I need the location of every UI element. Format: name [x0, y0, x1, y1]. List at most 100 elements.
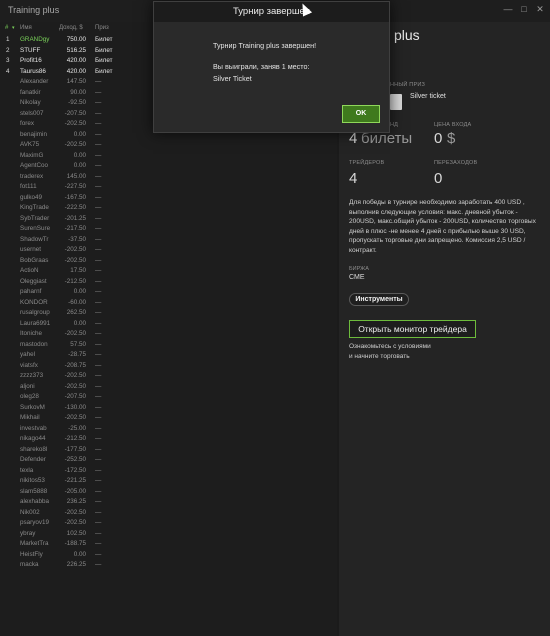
row-income: 147.50 [66, 78, 86, 85]
open-trader-monitor-button[interactable]: Открыть монитор трейдера [349, 320, 476, 338]
tickets-label: НД [390, 122, 399, 128]
table-row[interactable]: psaryov19 -202.50 — [0, 518, 337, 529]
table-row[interactable]: fot111 -227.50 — [0, 182, 337, 193]
sort-icon[interactable]: ▾ [12, 25, 15, 31]
row-prize: — [95, 109, 102, 117]
table-row[interactable]: MarketTra -188.75 — [0, 539, 337, 550]
table-row[interactable]: traderex 145.00 — [0, 172, 337, 183]
row-name: Taurus86 [20, 67, 46, 75]
row-prize: — [95, 267, 102, 274]
table-row[interactable]: HeistFly 0.00 — [0, 550, 337, 561]
table-row[interactable]: rusalgroup 262.50 — [0, 308, 337, 319]
table-row[interactable]: SybTrader -201.25 — [0, 214, 337, 225]
table-row[interactable]: Oleggiast -212.50 — [0, 277, 337, 288]
table-row[interactable]: Laura6991 0.00 — [0, 319, 337, 330]
table-row[interactable]: KingTrade -222.50 — [0, 203, 337, 214]
row-income: -221.25 [64, 477, 86, 484]
row-prize: Билет [95, 57, 113, 64]
row-name: GRANDgy [20, 36, 50, 43]
table-row[interactable]: Nik002 -202.50 — [0, 508, 337, 519]
ok-button[interactable]: OK [342, 105, 380, 123]
row-name: Nik002 [20, 508, 40, 516]
table-row[interactable]: SurenSure -217.50 — [0, 224, 337, 235]
row-name: Defender [20, 456, 46, 463]
row-income: -202.50 [64, 382, 86, 390]
table-row[interactable]: Itoniche -202.50 — [0, 329, 337, 340]
row-name: Laura6991 [20, 319, 51, 327]
row-name: psaryov19 [20, 519, 50, 526]
row-prize: — [95, 393, 102, 400]
table-row[interactable]: aljoni -202.50 — [0, 382, 337, 393]
row-name: yahel [20, 351, 36, 358]
row-name: mastodon [20, 340, 48, 348]
maximize-icon[interactable]: □ [518, 4, 530, 14]
row-income: -205.00 [64, 487, 86, 495]
table-row[interactable]: nikago44 -212.50 — [0, 434, 337, 445]
name-column-header[interactable]: Имя [20, 25, 32, 31]
table-row[interactable]: MaximG 0.00 — [0, 151, 337, 162]
row-income: -207.50 [64, 393, 86, 400]
row-prize: — [95, 529, 102, 537]
row-prize: — [95, 288, 102, 295]
rank-column-header[interactable]: # [5, 25, 8, 31]
close-icon[interactable]: ✕ [534, 4, 546, 15]
table-row[interactable]: viatsfx -208.75 — [0, 361, 337, 372]
table-row[interactable]: AgentCoo 0.00 — [0, 161, 337, 172]
table-row[interactable]: paharnf 0.00 — [0, 287, 337, 298]
row-prize: Билет [95, 36, 113, 43]
table-row[interactable]: alexhabba 236.25 — [0, 497, 337, 508]
table-row[interactable]: ybray 102.50 — [0, 529, 337, 540]
row-prize: — [95, 414, 102, 421]
row-name: nikago44 [20, 435, 46, 442]
row-prize: — [95, 309, 102, 316]
table-row[interactable]: investvab -25.00 — [0, 424, 337, 435]
instruments-button[interactable]: Инструменты [349, 293, 409, 306]
table-row[interactable]: ActioN 17.50 — [0, 266, 337, 277]
table-row[interactable]: nikitos53 -221.25 — [0, 476, 337, 487]
window-title: Training plus [8, 5, 60, 15]
table-row[interactable]: AVK75 -202.50 — [0, 140, 337, 151]
prize-column-header[interactable]: Приз [95, 25, 109, 31]
row-name: HeistFly [20, 550, 43, 558]
row-name: shareko8l [20, 445, 48, 453]
row-name: oleg28 [20, 393, 39, 400]
row-income: -60.00 [68, 298, 86, 306]
row-prize: — [95, 204, 102, 211]
row-name: SurkovM [20, 403, 45, 411]
table-row[interactable]: BobGraas -202.50 — [0, 256, 337, 267]
table-row[interactable]: KONDOR -60.00 — [0, 298, 337, 309]
row-income: 102.50 [66, 529, 86, 537]
row-income: 236.25 [66, 498, 86, 505]
table-row[interactable]: macka 226.25 — [0, 560, 337, 571]
traders-value: 4 [349, 170, 358, 187]
minimize-icon[interactable]: — [502, 4, 514, 14]
table-row[interactable]: SurkovM -130.00 — [0, 403, 337, 414]
table-row[interactable]: gulko49 -167.50 — [0, 193, 337, 204]
row-income: -222.50 [64, 204, 86, 211]
row-income: -201.25 [64, 214, 86, 222]
table-row[interactable]: shareko8l -177.50 — [0, 445, 337, 456]
table-row[interactable]: Mikhail -202.50 — [0, 413, 337, 424]
row-name: ShadowTr [20, 235, 49, 243]
row-income: -202.50 [64, 246, 86, 253]
table-row[interactable]: ShadowTr -37.50 — [0, 235, 337, 246]
row-name: aljoni [20, 382, 35, 390]
table-row[interactable]: slam5888 -205.00 — [0, 487, 337, 498]
row-income: 0.00 [73, 130, 86, 138]
row-income: 516.25 [66, 46, 86, 54]
exchange-value: CME [349, 274, 365, 281]
row-prize: — [95, 351, 102, 358]
table-row[interactable]: mastodon 57.50 — [0, 340, 337, 351]
table-row[interactable]: Defender -252.50 — [0, 455, 337, 466]
row-prize: Билет [95, 67, 113, 75]
row-name: viatsfx [20, 361, 38, 369]
income-column-header[interactable]: Доход, $ [59, 25, 83, 31]
table-row[interactable]: usernet -202.50 — [0, 245, 337, 256]
table-row[interactable]: oleg28 -207.50 — [0, 392, 337, 403]
table-row[interactable]: yahel -28.75 — [0, 350, 337, 361]
row-income: -202.50 [64, 519, 86, 526]
entry-price-value: 0 [434, 130, 443, 147]
table-row[interactable]: texla -172.50 — [0, 466, 337, 477]
traders-label: ТРЕЙДЕРОВ [349, 160, 385, 166]
table-row[interactable]: zzzz373 -202.50 — [0, 371, 337, 382]
